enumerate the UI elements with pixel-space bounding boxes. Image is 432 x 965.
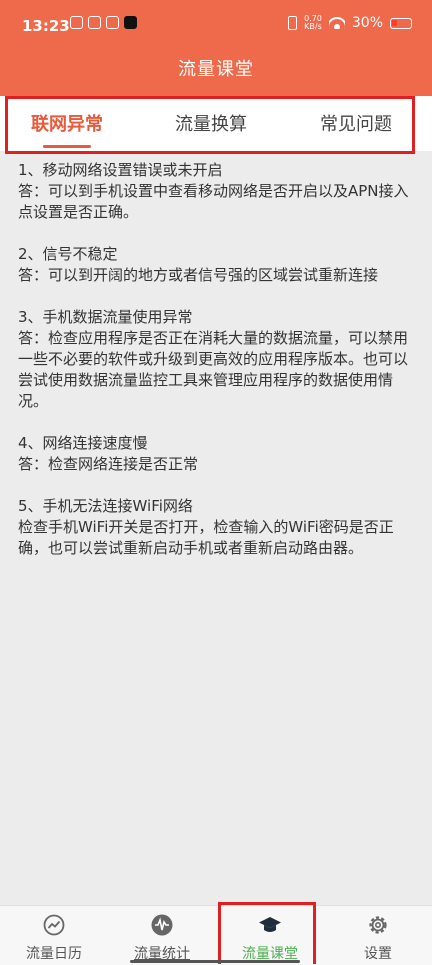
item-question: 4、网络连接速度慢 — [18, 434, 148, 452]
app-notification-icon — [106, 16, 119, 29]
vibrate-icon — [288, 16, 298, 30]
list-item: 4、网络连接速度慢 答：检查网络连接是否正常 — [18, 433, 418, 475]
notification-icons — [70, 16, 137, 29]
graduation-cap-icon — [259, 917, 281, 932]
item-question: 3、手机数据流量使用异常 — [18, 308, 193, 326]
speed-unit: KB/s — [304, 22, 322, 31]
trend-icon — [43, 914, 65, 936]
content-list: 1、移动网络设置错误或未开启 答：可以到手机设置中查看移动网络是否开启以及APN… — [18, 160, 418, 580]
item-answer: 答：可以到开阔的地方或者信号强的区域尝试重新连接 — [18, 266, 379, 284]
nav-settings[interactable]: 设置 — [324, 906, 432, 965]
nav-traffic-stats[interactable]: 流量统计 — [108, 906, 216, 965]
home-indicator[interactable] — [130, 960, 300, 963]
status-bar: 13:23 0.70 KB/s 30% — [0, 0, 432, 40]
item-answer: 答：可以到手机设置中查看移动网络是否开启以及APN接入点设置是否正确。 — [18, 182, 409, 221]
active-tab-indicator — [43, 145, 91, 148]
bottom-nav: 流量日历 流量统计 流量课堂 设置 — [0, 905, 432, 965]
nav-traffic-class[interactable]: 流量课堂 — [216, 906, 324, 965]
app-notification-icon — [88, 16, 101, 29]
item-answer: 检查手机WiFi开关是否打开，检查输入的WiFi密码是否正确，也可以尝试重新启动… — [18, 518, 394, 557]
network-speed: 0.70 KB/s — [304, 15, 322, 31]
tab-faq[interactable]: 常见问题 — [320, 110, 392, 136]
wifi-icon — [328, 17, 345, 29]
item-question: 5、手机无法连接WiFi网络 — [18, 497, 193, 515]
nav-label: 设置 — [364, 946, 392, 962]
nav-traffic-calendar[interactable]: 流量日历 — [0, 906, 108, 965]
tab-network-error[interactable]: 联网异常 — [31, 110, 103, 136]
list-item: 2、信号不稳定 答：可以到开阔的地方或者信号强的区域尝试重新连接 — [18, 244, 418, 286]
list-item: 5、手机无法连接WiFi网络 检查手机WiFi开关是否打开，检查输入的WiFi密… — [18, 496, 418, 559]
battery-percent: 30% — [351, 15, 383, 31]
tiktok-icon — [124, 16, 137, 29]
item-answer: 答：检查应用程序是否正在消耗大量的数据流量，可以禁用一些不必要的软件或升级到更高… — [18, 329, 409, 410]
list-item: 1、移动网络设置错误或未开启 答：可以到手机设置中查看移动网络是否开启以及APN… — [18, 160, 418, 223]
status-time: 13:23 — [22, 17, 70, 35]
page-title: 流量课堂 — [178, 59, 254, 80]
nav-label: 流量日历 — [26, 946, 82, 962]
tab-bar: 联网异常 流量换算 常见问题 — [0, 96, 432, 151]
item-answer: 答：检查网络连接是否正常 — [18, 455, 199, 473]
app-notification-icon — [70, 16, 83, 29]
battery-icon — [390, 17, 412, 29]
gear-icon — [369, 916, 387, 934]
app-header: 13:23 0.70 KB/s 30% 流量课堂 — [0, 0, 432, 96]
waveform-icon — [151, 914, 173, 936]
list-item: 3、手机数据流量使用异常 答：检查应用程序是否正在消耗大量的数据流量，可以禁用一… — [18, 307, 418, 412]
item-question: 2、信号不稳定 — [18, 245, 118, 263]
tab-traffic-conversion[interactable]: 流量换算 — [175, 110, 247, 136]
item-question: 1、移动网络设置错误或未开启 — [18, 161, 223, 179]
system-icons: 0.70 KB/s 30% — [288, 15, 412, 31]
